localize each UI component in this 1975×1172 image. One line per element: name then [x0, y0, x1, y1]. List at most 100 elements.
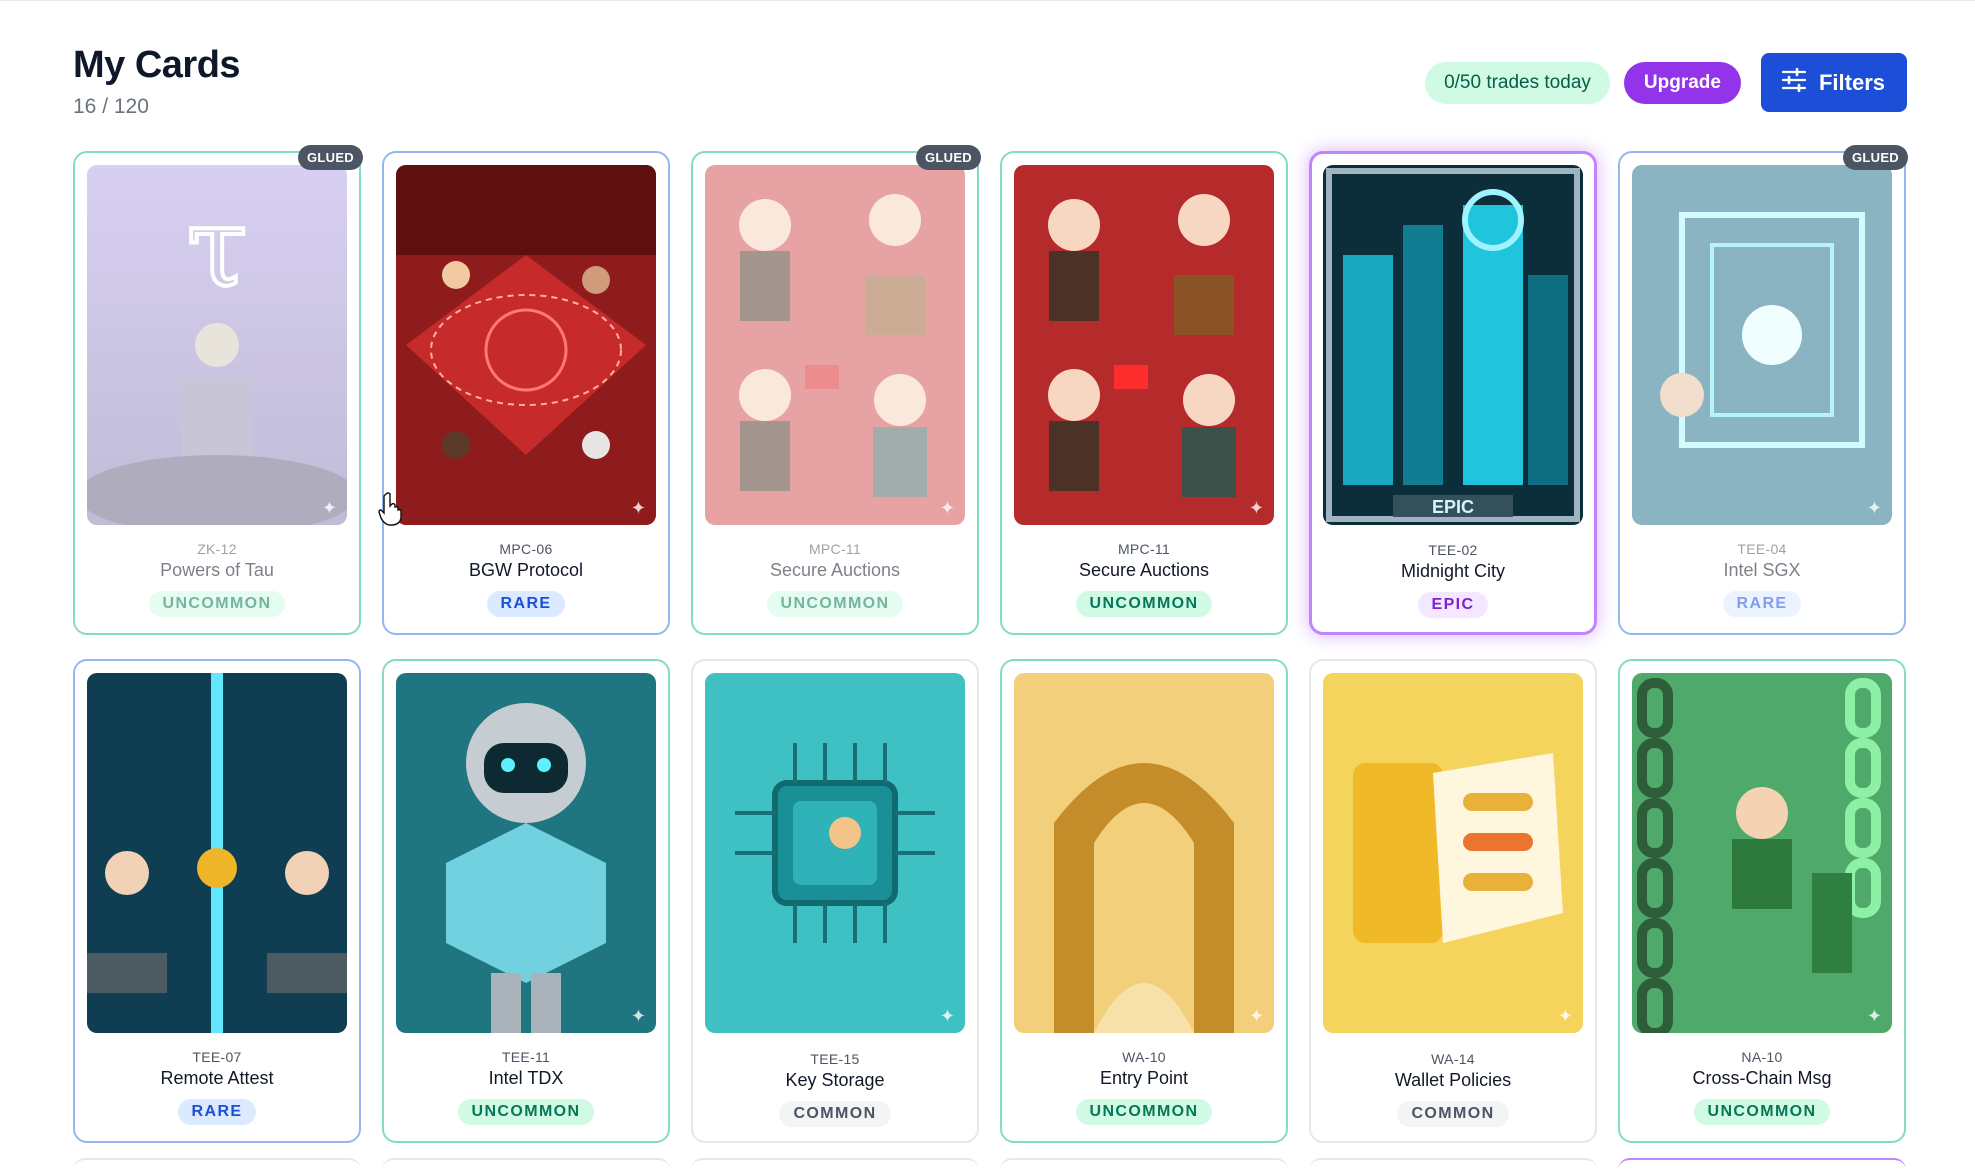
card-code: WA-10	[1122, 1049, 1166, 1065]
sparkle-icon: ✦	[1248, 498, 1264, 518]
sparkle-icon: ✦	[321, 498, 337, 518]
card-meta: ZK-12 Powers of Tau UNCOMMON	[75, 541, 359, 617]
card[interactable]: ✦ TEE-11 Intel TDX UNCOMMON	[382, 659, 670, 1143]
card-name: BGW Protocol	[468, 560, 584, 580]
card-meta: TEE-04 Intel SGX RARE	[1620, 541, 1904, 617]
card-peek	[1000, 1158, 1288, 1172]
upgrade-button[interactable]: Upgrade	[1623, 61, 1741, 104]
card-name: Remote Attest	[160, 1068, 274, 1088]
rarity-badge: RARE	[1722, 591, 1802, 617]
rarity-badge: UNCOMMON	[457, 1099, 595, 1125]
card-name: Intel TDX	[488, 1068, 564, 1088]
card-art: ✦	[1632, 165, 1892, 525]
sparkle-icon: ✦	[1866, 1006, 1882, 1026]
card[interactable]: ✦ WA-14 Wallet Policies COMMON	[1309, 659, 1597, 1143]
card[interactable]: ✦ MPC-06 BGW Protocol RARE	[382, 151, 670, 635]
card[interactable]: ✦ WA-10 Entry Point UNCOMMON	[1000, 659, 1288, 1143]
page-title: My Cards	[73, 44, 241, 86]
card-meta: TEE-11 Intel TDX UNCOMMON	[384, 1049, 668, 1125]
rarity-badge: EPIC	[1417, 592, 1489, 618]
card-peek	[1309, 1158, 1597, 1172]
header-actions: 0/50 trades today Upgrade Filters	[1425, 53, 1907, 112]
sparkle-icon: ✦	[630, 498, 646, 518]
card-art: τ ✦	[87, 165, 347, 525]
card-code: TEE-15	[810, 1051, 860, 1067]
card-code: MPC-06	[499, 541, 553, 557]
card-name: Powers of Tau	[160, 560, 274, 580]
card-name: Wallet Policies	[1394, 1070, 1512, 1090]
card-code: TEE-11	[501, 1049, 551, 1065]
card[interactable]: ✦ NA-10 Cross-Chain Msg UNCOMMON	[1618, 659, 1906, 1143]
card[interactable]: EPIC TEE-02 Midnight City EPIC	[1309, 151, 1597, 635]
card-art: ✦	[1014, 673, 1274, 1033]
rarity-badge: UNCOMMON	[1075, 591, 1213, 617]
card-code: ZK-12	[197, 541, 237, 557]
sparkle-icon: ✦	[939, 498, 955, 518]
card-peek	[1618, 1158, 1906, 1172]
card-name: Entry Point	[1099, 1068, 1189, 1088]
rarity-badge: UNCOMMON	[766, 591, 904, 617]
card-art: ✦	[705, 165, 965, 525]
card-code: TEE-04	[1737, 541, 1787, 557]
page-header: My Cards 16 / 120	[73, 44, 241, 119]
card-code: TEE-07	[192, 1049, 242, 1065]
filters-label: Filters	[1818, 69, 1885, 95]
epic-art-label: EPIC	[1432, 497, 1474, 517]
rarity-badge: RARE	[177, 1099, 257, 1125]
card-count: 16 / 120	[73, 95, 149, 118]
card-name: Secure Auctions	[769, 560, 901, 580]
card-code: MPC-11	[808, 541, 862, 557]
card-art: EPIC	[1323, 165, 1583, 525]
card-meta: WA-14 Wallet Policies COMMON	[1311, 1051, 1595, 1127]
card-art	[87, 673, 347, 1033]
card-meta: TEE-07 Remote Attest RARE	[75, 1049, 359, 1125]
card-art: ✦	[1323, 673, 1583, 1033]
card-meta: WA-10 Entry Point UNCOMMON	[1002, 1049, 1286, 1125]
card-code: NA-10	[1741, 1049, 1783, 1065]
sparkle-icon: ✦	[939, 1006, 955, 1026]
sparkle-icon: ✦	[1248, 1006, 1264, 1026]
rarity-badge: UNCOMMON	[1075, 1099, 1213, 1125]
card[interactable]: ✦ MPC-11 Secure Auctions UNCOMMON GLUED	[691, 145, 981, 635]
glued-badge: GLUED	[916, 145, 981, 170]
card-meta: TEE-02 Midnight City EPIC	[1312, 542, 1594, 618]
top-divider	[0, 0, 1975, 1]
card-name: Secure Auctions	[1078, 560, 1210, 580]
card[interactable]: τ ✦ ZK-12 Powers of Tau UNCOMMON GLUED	[73, 145, 363, 635]
card-art: ✦	[396, 165, 656, 525]
card[interactable]: ✦ MPC-11 Secure Auctions UNCOMMON	[1000, 151, 1288, 635]
card-code: TEE-02	[1428, 542, 1478, 558]
card-code: WA-14	[1431, 1051, 1475, 1067]
card-name: Midnight City	[1400, 561, 1506, 581]
trades-today-badge: 0/50 trades today	[1425, 61, 1610, 104]
rarity-badge: COMMON	[779, 1101, 891, 1127]
card-code: MPC-11	[1117, 541, 1171, 557]
card-peek	[691, 1158, 979, 1172]
glued-badge: GLUED	[1843, 145, 1908, 170]
sparkle-icon: ✦	[1557, 1006, 1573, 1026]
card[interactable]: ✦ TEE-04 Intel SGX RARE GLUED	[1618, 145, 1908, 635]
svg-text:τ: τ	[187, 183, 248, 311]
rarity-badge: COMMON	[1397, 1101, 1509, 1127]
card-meta: MPC-06 BGW Protocol RARE	[384, 541, 668, 617]
card-art: ✦	[396, 673, 656, 1033]
card[interactable]: TEE-07 Remote Attest RARE	[73, 659, 361, 1143]
card-art: ✦	[705, 673, 965, 1033]
filters-button[interactable]: Filters	[1760, 53, 1907, 112]
rarity-badge: UNCOMMON	[1693, 1099, 1831, 1125]
card-name: Cross-Chain Msg	[1692, 1068, 1832, 1088]
sparkle-icon: ✦	[630, 1006, 646, 1026]
card-peek	[382, 1158, 670, 1172]
card-meta: MPC-11 Secure Auctions UNCOMMON	[693, 541, 977, 617]
glued-badge: GLUED	[298, 145, 363, 170]
sliders-icon	[1781, 67, 1807, 98]
card-meta: TEE-15 Key Storage COMMON	[693, 1051, 977, 1127]
rarity-badge: RARE	[486, 591, 566, 617]
card-meta: MPC-11 Secure Auctions UNCOMMON	[1002, 541, 1286, 617]
card-art: ✦	[1632, 673, 1892, 1033]
sparkle-icon: ✦	[1866, 498, 1882, 518]
card[interactable]: ✦ TEE-15 Key Storage COMMON	[691, 659, 979, 1143]
rarity-badge: UNCOMMON	[148, 591, 286, 617]
card-peek	[73, 1158, 361, 1172]
card-art: ✦	[1014, 165, 1274, 525]
